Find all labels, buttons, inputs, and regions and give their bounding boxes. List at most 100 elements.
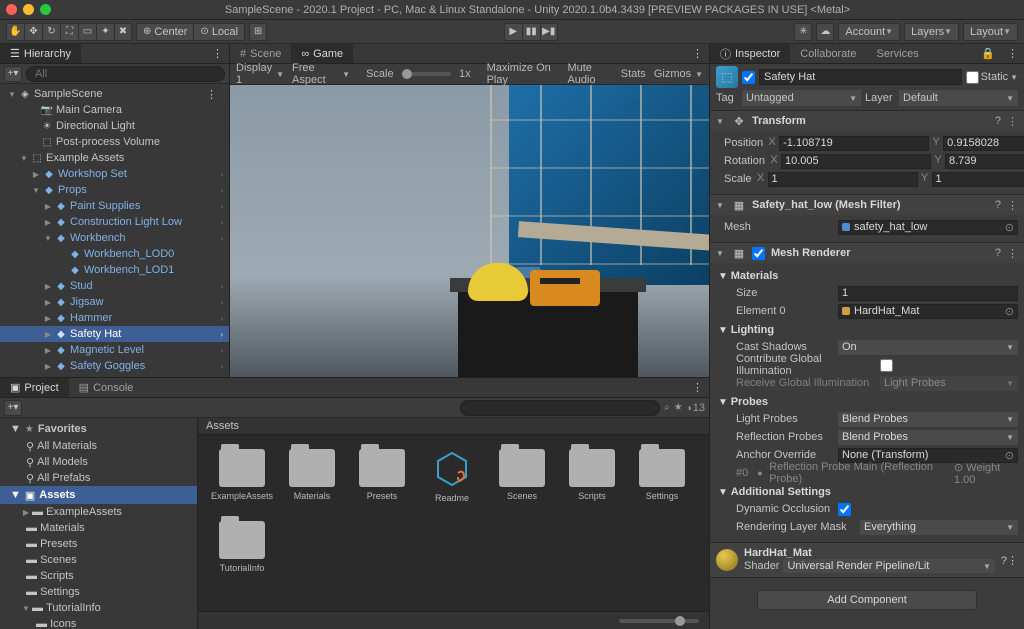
asset-item-scenes[interactable]: Scenes [496, 449, 548, 503]
pivot-local-button[interactable]: ⊙ Local [193, 23, 245, 41]
tree-item-safety-hat[interactable]: ▶◆Safety Hat› [0, 326, 229, 342]
tree-item-main-camera[interactable]: 📷Main Camera [0, 102, 229, 118]
meshfilter-header[interactable]: ▼▦ Safety_hat_low (Mesh Filter) ?⋮ [710, 195, 1024, 215]
tree-item-safety-goggles[interactable]: ▶◆Safety Goggles› [0, 358, 229, 374]
dynamic-occlusion-checkbox[interactable] [838, 503, 851, 516]
mesh-object-field[interactable]: safety_hat_low⊙ [838, 220, 1018, 235]
hierarchy-tree[interactable]: ▼◈SampleScene⋮ 📷Main Camera ☀Directional… [0, 84, 229, 397]
project-create-button[interactable]: +▾ [4, 400, 22, 416]
search-filter-icon[interactable]: ⌕ [664, 402, 670, 413]
tree-item-props[interactable]: ▼◆Props› [0, 182, 229, 198]
asset-item-tutorialinfo[interactable]: TutorialInfo [216, 521, 268, 573]
tree-item-hammer[interactable]: ▶◆Hammer› [0, 310, 229, 326]
hierarchy-tab[interactable]: ☰ Hierarchy [0, 44, 81, 63]
hand-tool-button[interactable]: ✋ [6, 23, 24, 41]
scale-tool-button[interactable]: ⛶ [60, 23, 78, 41]
display-dropdown[interactable]: Display 1▼ [236, 62, 284, 86]
favorite-filter-icon[interactable]: ★ [674, 402, 683, 413]
lighting-foldout[interactable]: ▼ Lighting [716, 320, 1018, 338]
play-button[interactable]: ▶ [504, 23, 522, 41]
rotation-y-input[interactable] [945, 154, 1024, 169]
services-tab[interactable]: Services [867, 44, 929, 63]
game-tab[interactable]: ∞ Game [291, 44, 353, 63]
breadcrumb[interactable]: Assets [206, 420, 239, 432]
asset-item-settings[interactable]: Settings [636, 449, 688, 503]
tree-item-postprocess[interactable]: ⬚Post-process Volume [0, 134, 229, 150]
tree-item-workshop-set[interactable]: ▶◆Workshop Set› [0, 166, 229, 182]
inspector-lock-icon[interactable]: 🔒 [975, 44, 1001, 63]
tree-item-workbench[interactable]: ▼◆Workbench› [0, 230, 229, 246]
hierarchy-menu[interactable]: ⋮ [206, 44, 229, 63]
reflection-probes-dropdown[interactable]: Blend Probes▼ [838, 430, 1018, 445]
fav-all-materials[interactable]: ⚲ All Materials [0, 438, 197, 454]
scene-tab[interactable]: # Scene [230, 44, 291, 63]
stats-toggle[interactable]: Stats [621, 68, 646, 80]
tree-item-example-assets[interactable]: ▼⬚Example Assets [0, 150, 229, 166]
contribute-gi-checkbox[interactable] [880, 359, 893, 372]
folder-materials[interactable]: ▬ Materials [0, 520, 197, 536]
step-button[interactable]: ▶▮ [540, 23, 558, 41]
favorites-section[interactable]: ▼★Favorites [0, 420, 197, 438]
layers-dropdown[interactable]: Layers ▼ [904, 23, 959, 41]
inspector-tab[interactable]: ⓘ Inspector [710, 44, 790, 63]
tree-item-workbench-lod0[interactable]: ◆Workbench_LOD0 [0, 246, 229, 262]
tree-item-directional-light[interactable]: ☀Directional Light [0, 118, 229, 134]
materials-foldout[interactable]: ▼ Materials [716, 266, 1018, 284]
gameobject-icon[interactable]: ⬚ [716, 66, 738, 88]
scale-slider[interactable] [402, 72, 451, 76]
pivot-center-button[interactable]: ⊕ Center [136, 23, 193, 41]
transform-header[interactable]: ▼✥ Transform ?⋮ [710, 111, 1024, 131]
mute-audio-toggle[interactable]: Mute Audio [567, 62, 612, 86]
rect-tool-button[interactable]: ▭ [78, 23, 96, 41]
move-tool-button[interactable]: ✥ [24, 23, 42, 41]
console-tab[interactable]: ▤ Console [69, 378, 144, 397]
hierarchy-create-button[interactable]: +▾ [4, 66, 22, 82]
rendering-layer-mask-dropdown[interactable]: Everything▼ [860, 520, 1018, 535]
help-icon[interactable]: ? [995, 199, 1001, 212]
cloud-icon[interactable]: ☁ [816, 23, 834, 41]
tree-item-construction-light[interactable]: ▶◆Construction Light Low› [0, 214, 229, 230]
shader-dropdown[interactable]: Universal Render Pipeline/Lit▼ [783, 559, 994, 573]
pause-button[interactable]: ▮▮ [522, 23, 540, 41]
add-component-button[interactable]: Add Component [757, 590, 977, 610]
inspector-menu[interactable]: ⋮ [1001, 44, 1024, 63]
material-element0-field[interactable]: HardHat_Mat⊙ [838, 304, 1018, 319]
close-window-button[interactable] [6, 4, 17, 15]
layout-dropdown[interactable]: Layout ▼ [963, 23, 1018, 41]
materials-size-input[interactable] [838, 286, 1018, 301]
minimize-window-button[interactable] [23, 4, 34, 15]
material-preview-header[interactable]: HardHat_Mat Shader Universal Render Pipe… [710, 543, 1024, 578]
tree-item-workbench-lod1[interactable]: ◆Workbench_LOD1 [0, 262, 229, 278]
tree-item-stud[interactable]: ▶◆Stud› [0, 278, 229, 294]
layer-dropdown[interactable]: Default▼ [899, 90, 1018, 106]
static-dropdown[interactable]: Static ▼ [966, 71, 1018, 84]
collab-icon[interactable]: ✳ [794, 23, 812, 41]
component-menu[interactable]: ⋮ [1007, 115, 1018, 128]
fav-all-models[interactable]: ⚲ All Models [0, 454, 197, 470]
hierarchy-search-input[interactable] [26, 66, 225, 82]
folder-icons[interactable]: ▬ Icons [0, 616, 197, 629]
collaborate-tab[interactable]: Collaborate [790, 44, 866, 63]
position-x-input[interactable] [779, 136, 929, 151]
maximize-on-play-toggle[interactable]: Maximize On Play [487, 62, 560, 86]
tag-dropdown[interactable]: Untagged▼ [742, 90, 861, 106]
meshrenderer-header[interactable]: ▼▦ Mesh Renderer ?⋮ [710, 243, 1024, 263]
scene-panel-menu[interactable]: ⋮ [686, 44, 709, 63]
aspect-dropdown[interactable]: Free Aspect▼ [292, 62, 350, 86]
help-icon[interactable]: ? [995, 247, 1001, 260]
project-tab[interactable]: ▣ Project [0, 378, 69, 397]
folder-presets[interactable]: ▬ Presets [0, 536, 197, 552]
fav-all-prefabs[interactable]: ⚲ All Prefabs [0, 470, 197, 486]
asset-grid[interactable]: ExampleAssets Materials Presets Readme S… [198, 435, 709, 611]
zoom-window-button[interactable] [40, 4, 51, 15]
transform-tool-button[interactable]: ✦ [96, 23, 114, 41]
gameobject-active-checkbox[interactable] [742, 71, 755, 84]
object-picker-icon[interactable]: ⊙ [1005, 305, 1014, 318]
scale-x-input[interactable] [768, 172, 918, 187]
asset-item-readme[interactable]: Readme [426, 449, 478, 503]
gizmos-dropdown[interactable]: Gizmos▼ [654, 68, 703, 80]
assets-root[interactable]: ▼▣Assets [0, 486, 197, 504]
asset-item-presets[interactable]: Presets [356, 449, 408, 503]
tree-item-paint-supplies[interactable]: ▶◆Paint Supplies› [0, 198, 229, 214]
asset-item-exampleassets[interactable]: ExampleAssets [216, 449, 268, 503]
